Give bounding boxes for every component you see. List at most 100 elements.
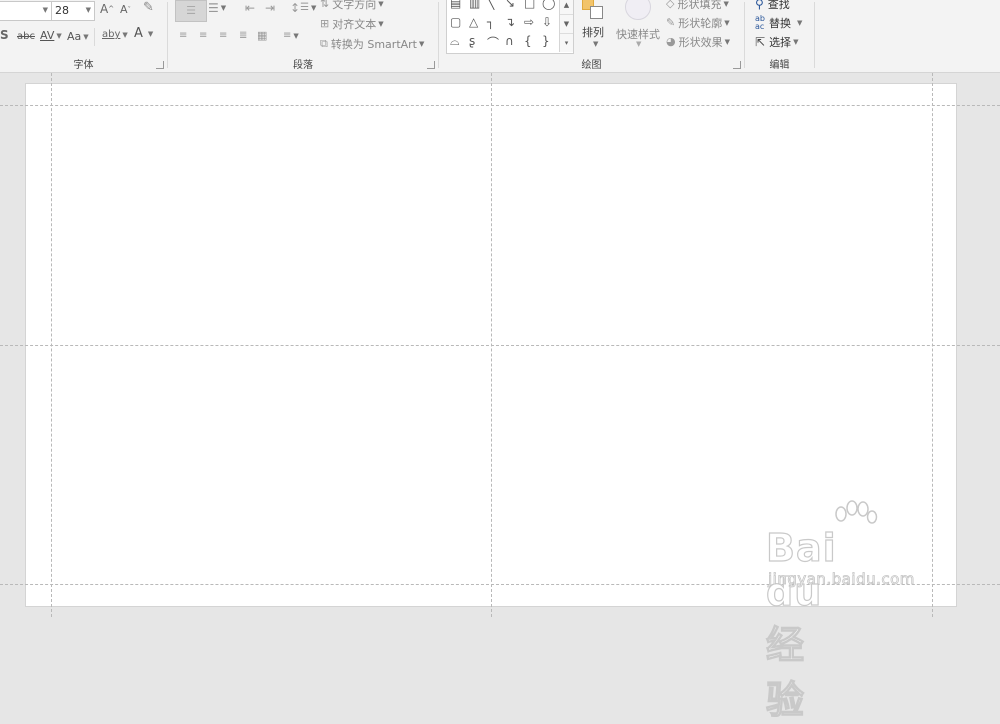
- chevron-down-icon: ▼: [83, 32, 89, 41]
- paw-logo-icon: [835, 500, 878, 524]
- shape-fill-button[interactable]: ◇ 形状填充 ▼: [666, 0, 729, 12]
- columns-icon: ≡: [283, 30, 292, 41]
- scribble-shape-icon[interactable]: ʂ: [469, 34, 475, 48]
- triangle-shape-icon[interactable]: △: [469, 15, 478, 29]
- line-shape-icon[interactable]: ╲: [487, 0, 494, 10]
- find-button[interactable]: ⚲ 查找: [755, 0, 790, 12]
- elbow-connector-shape-icon[interactable]: ┐: [487, 15, 494, 29]
- ribbon: ▼ 28 ▼ A ^ Aˇ ✎ S abc AV ▼ Aa ▼ aby ▼ A …: [0, 0, 1000, 73]
- text-direction-button[interactable]: ⇅ 文字方向 ▼: [320, 0, 384, 12]
- replace-button[interactable]: ab ac 替换 ▼: [755, 15, 802, 31]
- arrange-chevron-icon[interactable]: ▼: [591, 40, 598, 48]
- text-direction-label: 文字方向: [332, 0, 377, 11]
- font-size-value: 28: [55, 4, 69, 17]
- rounded-rectangle-shape-icon[interactable]: ▢: [450, 15, 461, 29]
- text-box-shape-icon[interactable]: ▤: [450, 0, 461, 10]
- outline-icon: ✎: [666, 16, 676, 29]
- freeform-shape-icon[interactable]: ⌓: [450, 34, 460, 49]
- editing-group-label: 编辑: [769, 60, 790, 71]
- up-arrow-glyph: ^: [108, 5, 115, 13]
- align-right-button[interactable]: ≡: [219, 30, 227, 42]
- justify-button[interactable]: ≣: [239, 30, 247, 42]
- gallery-down-icon[interactable]: ▼: [560, 15, 573, 34]
- select-button[interactable]: ⇱ 选择 ▼: [755, 34, 798, 50]
- arc-shape-icon[interactable]: ⌒: [487, 34, 499, 51]
- align-text-button[interactable]: ⊞ 对齐文本 ▼: [320, 16, 384, 32]
- shapes-gallery-scroll[interactable]: ▲ ▼ ▾: [559, 0, 573, 52]
- strikethrough-label: abc: [17, 31, 35, 42]
- shape-outline-button[interactable]: ✎ 形状轮廓 ▼: [666, 15, 730, 31]
- chevron-down-icon: ▼: [636, 40, 642, 48]
- strikethrough-button[interactable]: abc: [17, 31, 35, 42]
- vertical-guide[interactable]: [491, 73, 492, 617]
- left-brace-shape-icon[interactable]: {: [524, 34, 532, 48]
- vertical-guide[interactable]: [51, 73, 52, 617]
- gallery-up-icon[interactable]: ▲: [560, 0, 573, 15]
- chevron-down-icon: ▼: [85, 6, 91, 14]
- chevron-down-icon: ▼: [147, 30, 154, 38]
- chevron-down-icon: ▼: [593, 40, 599, 48]
- font-color-button[interactable]: A ▼: [134, 26, 154, 41]
- highlight-button[interactable]: aby ▼: [102, 29, 128, 40]
- numbering-icon: ☰: [208, 1, 219, 15]
- vertical-text-box-shape-icon[interactable]: ▥: [469, 0, 480, 10]
- horizontal-guide[interactable]: [0, 345, 1000, 346]
- drawing-dialog-launcher-icon[interactable]: [733, 61, 741, 69]
- quick-styles-swatch: [625, 0, 651, 20]
- drawing-group-label: 绘图: [581, 60, 602, 71]
- paragraph-dialog-launcher-icon[interactable]: [427, 61, 435, 69]
- right-arrow-shape-icon[interactable]: ⇨: [524, 15, 534, 29]
- elbow-arrow-shape-icon[interactable]: ↴: [505, 15, 515, 29]
- increase-indent-button[interactable]: ⇥: [265, 2, 275, 14]
- right-brace-shape-icon[interactable]: }: [542, 34, 550, 48]
- watermark-url: jingyan.baidu.com: [768, 570, 915, 589]
- shape-outline-label: 形状轮廓: [678, 17, 723, 30]
- font-grow-icon: A: [100, 2, 109, 16]
- chevron-down-icon: ▼: [378, 0, 384, 8]
- gallery-more-icon[interactable]: ▾: [560, 34, 573, 52]
- align-left-button[interactable]: ≡: [179, 30, 187, 42]
- font-group-label: 字体: [73, 60, 94, 71]
- align-left-icon: ≡: [179, 30, 188, 41]
- curve-shape-icon[interactable]: ∩: [505, 34, 514, 48]
- chevron-down-icon: ▼: [724, 38, 730, 46]
- font-size-combo[interactable]: 28 ▼: [51, 1, 95, 21]
- font-dialog-launcher-icon[interactable]: [156, 61, 164, 69]
- clear-format-icon: ✎: [143, 0, 154, 15]
- font-shrink-button[interactable]: Aˇ: [120, 4, 131, 16]
- decrease-indent-button[interactable]: ⇤: [245, 2, 255, 14]
- align-center-button[interactable]: ≡: [199, 30, 207, 42]
- font-grow-button[interactable]: A ^: [100, 3, 114, 15]
- shadow-button[interactable]: S: [0, 29, 9, 41]
- distributed-button[interactable]: ▦: [257, 30, 267, 42]
- bullets-button[interactable]: ☰: [175, 0, 207, 22]
- paragraph-group: ☰ ☰ ▼ ⇤ ⇥ ↕ ☰ ▼ ⇅ 文字方向 ▼ ⊞ 对齐文本 ▼ ≡ ≡ ≡ ≣: [168, 0, 438, 72]
- rectangle-shape-icon[interactable]: □: [524, 0, 535, 10]
- find-label: 查找: [767, 0, 790, 11]
- arrow-line-shape-icon[interactable]: ↘: [505, 0, 515, 10]
- font-name-combo[interactable]: ▼: [0, 1, 52, 21]
- horizontal-guide[interactable]: [0, 105, 1000, 106]
- effects-icon: ◕: [666, 35, 676, 48]
- oval-shape-icon[interactable]: ◯: [542, 0, 555, 10]
- shape-effects-label: 形状效果: [678, 36, 723, 49]
- quick-styles-chevron-icon[interactable]: ▼: [634, 40, 641, 48]
- convert-smartart-button[interactable]: ⧉ 转换为 SmartArt ▼: [320, 36, 424, 52]
- clear-format-button[interactable]: ✎: [143, 0, 154, 15]
- line-spacing-button[interactable]: ↕ ☰ ▼: [290, 2, 316, 14]
- justify-icon: ≣: [239, 30, 248, 41]
- select-icon: ⇱: [755, 35, 766, 49]
- shapes-gallery[interactable]: ▤ ▥ ╲ ↘ □ ◯ ▢ △ ┐ ↴ ⇨ ⇩ ⌓ ʂ ⌒ ∩ { }: [446, 0, 574, 54]
- char-spacing-button[interactable]: AV ▼: [40, 29, 62, 42]
- arrange-button[interactable]: 排列: [582, 24, 604, 40]
- divider: [814, 2, 815, 68]
- columns-button[interactable]: ≡ ▼: [283, 30, 299, 42]
- change-case-button[interactable]: Aa ▼: [67, 30, 89, 43]
- shape-effects-button[interactable]: ◕ 形状效果 ▼: [666, 34, 730, 50]
- vertical-guide[interactable]: [932, 73, 933, 617]
- down-arrow-shape-icon[interactable]: ⇩: [542, 15, 552, 29]
- chevron-down-icon: ▼: [419, 40, 425, 48]
- chevron-down-icon: ▼: [56, 31, 62, 40]
- font-color-icon: A: [134, 26, 143, 41]
- numbering-button[interactable]: ☰ ▼: [208, 2, 226, 14]
